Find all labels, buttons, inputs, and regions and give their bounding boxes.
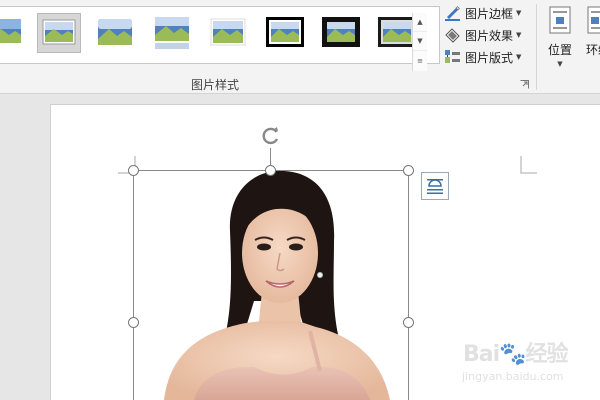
chevron-down-icon: ▼	[516, 9, 522, 17]
chevron-down-icon: ▼	[516, 53, 522, 61]
margin-mark-right	[520, 156, 537, 174]
picture-style-1[interactable]	[0, 13, 29, 53]
picture-style-3[interactable]	[93, 13, 137, 53]
ribbon: ▲ ▼ ≡ 图片样式 图片边框 ▼ 图片效果 ▼ 图片版式 ▼ 位置 ▼ 环绕	[0, 0, 600, 94]
dialog-launcher-icon[interactable]	[520, 80, 529, 89]
resize-handle-middle-right[interactable]	[403, 317, 414, 328]
gallery-scroll: ▲ ▼ ≡	[412, 13, 427, 71]
layout-options-button[interactable]	[421, 172, 449, 200]
picture-border-label: 图片边框	[465, 6, 514, 21]
wrap-text-label: 环绕	[585, 43, 600, 57]
selection-frame	[133, 170, 409, 400]
chevron-down-icon: ▼	[516, 31, 522, 39]
baidu-jingyan-watermark: Bai🐾经验 jingyan.baidu.com	[455, 336, 595, 396]
position-button[interactable]: 位置 ▼	[542, 4, 578, 68]
wrap-text-icon	[587, 6, 600, 34]
resize-handle-top-left[interactable]	[128, 165, 139, 176]
picture-layout-icon	[444, 49, 461, 65]
picture-style-7[interactable]	[319, 13, 363, 53]
layout-options-icon	[427, 179, 443, 194]
picture-layout-button[interactable]: 图片版式 ▼	[444, 47, 521, 67]
position-icon	[549, 6, 571, 34]
picture-effects-button[interactable]: 图片效果 ▼	[444, 25, 521, 45]
wrap-text-button[interactable]: 环绕	[580, 4, 600, 68]
resize-handle-top-center[interactable]	[265, 165, 276, 176]
picture-layout-label: 图片版式	[465, 50, 514, 65]
position-label: 位置	[547, 43, 572, 57]
watermark-brand: Bai🐾经验	[463, 342, 569, 367]
picture-style-6[interactable]	[263, 13, 307, 53]
picture-styles-gallery: ▲ ▼ ≡	[0, 6, 440, 71]
pencil-border-icon	[444, 5, 461, 21]
ribbon-group-divider	[536, 4, 537, 90]
picture-border-button[interactable]: 图片边框 ▼	[444, 3, 521, 23]
effects-icon	[444, 27, 461, 43]
picture-style-4[interactable]	[150, 13, 194, 53]
picture-effects-label: 图片效果	[465, 28, 514, 43]
resize-handle-middle-left[interactable]	[128, 317, 139, 328]
picture-styles-group-label: 图片样式	[190, 78, 239, 92]
resize-handle-top-right[interactable]	[403, 165, 414, 176]
chevron-down-icon: ▼	[557, 60, 563, 68]
rotate-handle-icon[interactable]	[260, 125, 282, 147]
gallery-up-button[interactable]: ▲	[413, 13, 427, 32]
gallery-more-button[interactable]: ≡	[413, 51, 427, 70]
watermark-url: jingyan.baidu.com	[462, 370, 564, 383]
picture-style-2[interactable]	[37, 13, 81, 53]
picture-style-5[interactable]	[206, 13, 250, 53]
gallery-down-button[interactable]: ▼	[413, 32, 427, 51]
